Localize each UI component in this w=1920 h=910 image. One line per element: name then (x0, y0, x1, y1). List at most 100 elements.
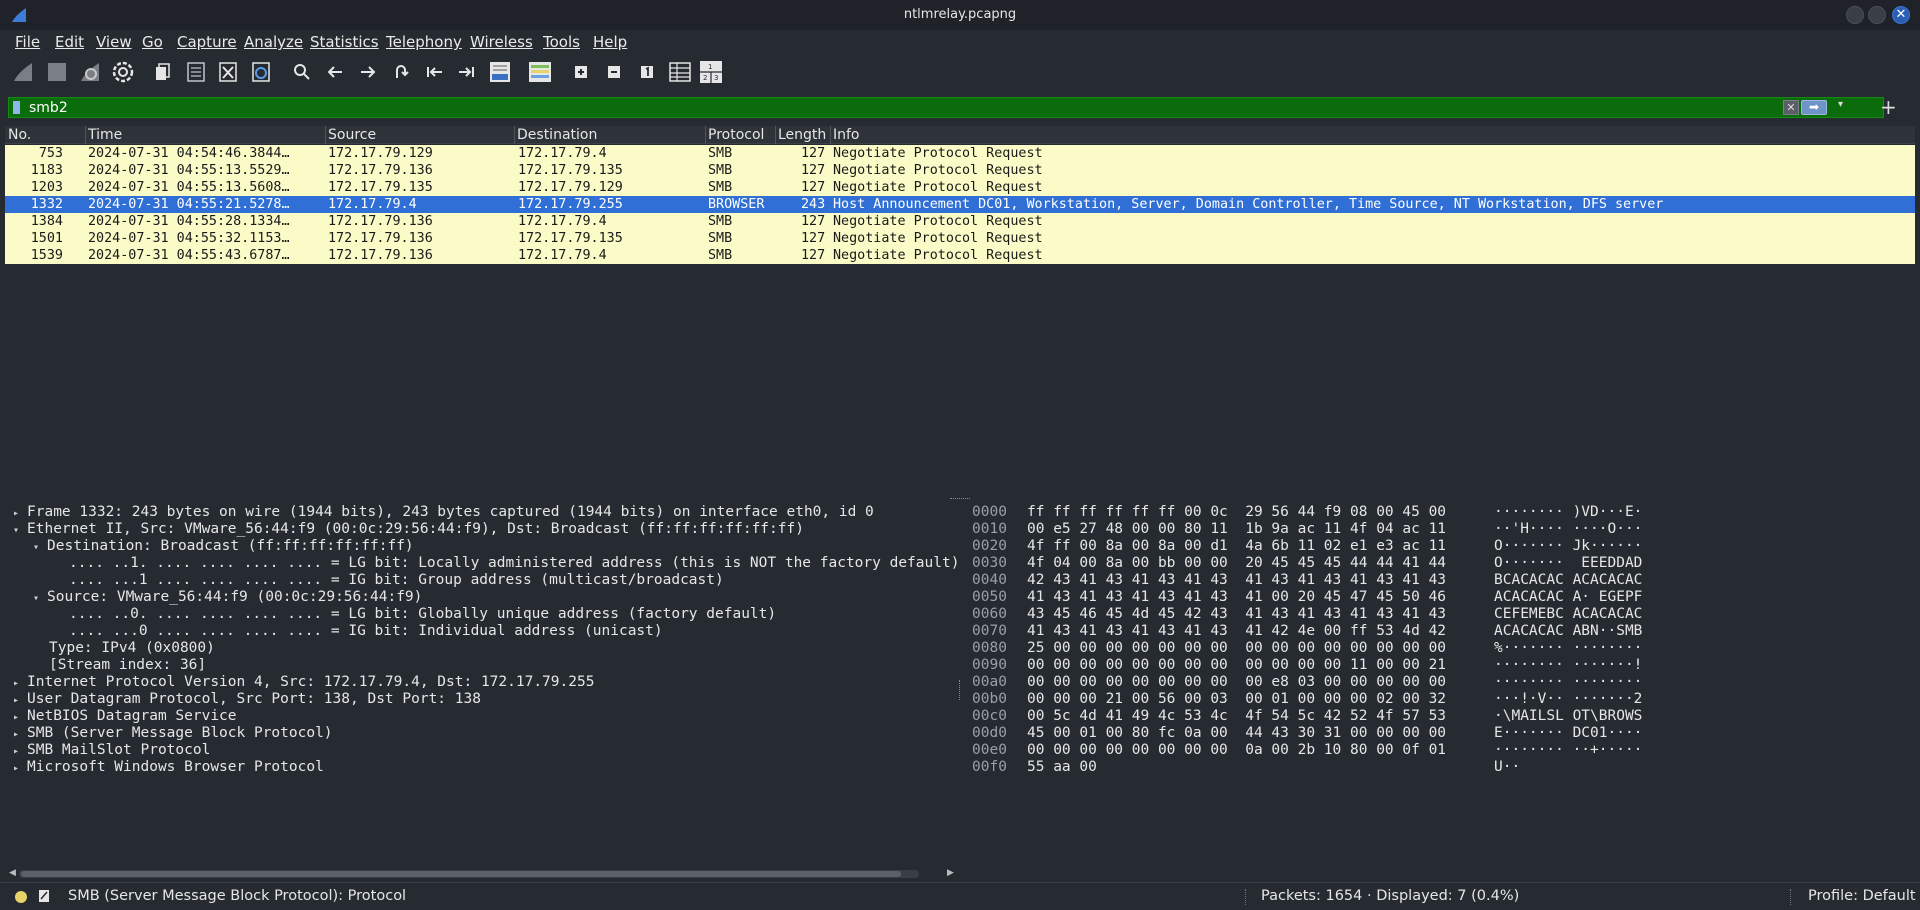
bytes-row[interactable]: 0040 42 43 41 43 41 43 41 43 41 43 41 43 … (972, 572, 1642, 589)
column-separator[interactable] (325, 126, 326, 144)
menu-statistics[interactable]: Statistics (310, 33, 379, 51)
tree-item-ig-bit[interactable]: .... ...1 .... .... .... .... = IG bit: … (69, 572, 724, 589)
menu-tools[interactable]: Tools (543, 33, 580, 51)
splitter-grip[interactable] (959, 680, 961, 700)
column-separator[interactable] (705, 126, 706, 144)
menu-telephony[interactable]: Telephony (386, 33, 462, 51)
expand-arrow-icon[interactable]: ▸ (13, 760, 27, 777)
menu-file[interactable]: File (15, 33, 40, 51)
column-header-no[interactable]: No. (8, 127, 31, 143)
first-packet-icon[interactable] (422, 60, 446, 84)
bytes-row[interactable]: 0050 41 43 41 43 41 43 41 43 41 00 20 45 … (972, 589, 1642, 606)
resize-columns-icon[interactable] (668, 60, 692, 84)
column-header-source[interactable]: Source (328, 127, 376, 143)
packet-row[interactable]: 1384 2024-07-31 04:55:28.1334… 172.17.79… (5, 213, 1915, 230)
menu-analyze[interactable]: Analyze (244, 33, 303, 51)
capture-comment-icon[interactable] (38, 889, 50, 903)
tree-item-netbios[interactable]: ▸ NetBIOS Datagram Service (13, 708, 237, 726)
bytes-row[interactable]: 0020 4f ff 00 8a 00 8a 00 d1 4a 6b 11 02 … (972, 538, 1642, 555)
tree-item-lg-bit[interactable]: .... ..1. .... .... .... .... = LG bit: … (69, 555, 957, 572)
layout-icon[interactable]: 123 (699, 60, 723, 84)
go-back-icon[interactable] (323, 60, 347, 84)
expert-info-icon[interactable] (15, 891, 27, 903)
packet-row-selected[interactable]: 1332 2024-07-31 04:55:21.5278… 172.17.79… (5, 196, 1915, 213)
bytes-row[interactable]: 00c0 00 5c 4d 41 49 4c 53 4c 4f 54 5c 42 … (972, 708, 1642, 725)
column-separator[interactable] (830, 126, 831, 144)
bytes-row[interactable]: 0090 00 00 00 00 00 00 00 00 00 00 00 00 … (972, 657, 1642, 674)
bytes-row[interactable]: 00d0 45 00 01 00 80 fc 0a 00 44 43 30 31 … (972, 725, 1642, 742)
bytes-row[interactable]: 0030 4f 04 00 8a 00 bb 00 00 20 45 45 45 … (972, 555, 1642, 572)
bookmark-icon[interactable] (13, 101, 20, 114)
expand-arrow-icon[interactable]: ▸ (13, 709, 27, 726)
packet-row[interactable]: 753 2024-07-31 04:54:46.3844… 172.17.79.… (5, 145, 1915, 162)
column-header-destination[interactable]: Destination (517, 127, 597, 143)
bytes-row[interactable]: 0070 41 43 41 43 41 43 41 43 41 42 4e 00 … (972, 623, 1642, 640)
column-header-info[interactable]: Info (833, 127, 860, 143)
scroll-right-icon[interactable]: ▶ (947, 868, 954, 878)
save-file-icon[interactable] (184, 60, 208, 84)
tree-item-destination[interactable]: ▾ Destination: Broadcast (ff:ff:ff:ff:ff:… (33, 538, 414, 556)
expand-arrow-icon[interactable]: ▸ (13, 675, 27, 692)
display-filter-input[interactable] (29, 98, 1819, 117)
scroll-left-icon[interactable]: ◀ (9, 868, 16, 878)
tree-item-type[interactable]: Type: IPv4 (0x0800) (49, 640, 215, 657)
restart-capture-icon[interactable] (78, 60, 102, 84)
menu-edit[interactable]: Edit (55, 33, 84, 51)
packet-row[interactable]: 1501 2024-07-31 04:55:32.1153… 172.17.79… (5, 230, 1915, 247)
packet-row[interactable]: 1203 2024-07-31 04:55:13.5608… 172.17.79… (5, 179, 1915, 196)
capture-options-icon[interactable] (111, 60, 135, 84)
auto-scroll-icon[interactable] (488, 60, 512, 84)
collapse-arrow-icon[interactable]: ▾ (13, 522, 27, 539)
bytes-row[interactable]: 0060 43 45 46 45 4d 45 42 43 41 43 41 43 … (972, 606, 1642, 623)
tree-item-ethernet[interactable]: ▾ Ethernet II, Src: VMware_56:44:f9 (00:0… (13, 521, 804, 539)
tree-item-ig-bit[interactable]: .... ...0 .... .... .... .... = IG bit: … (69, 623, 663, 640)
reload-file-icon[interactable] (249, 60, 273, 84)
expand-arrow-icon[interactable]: ▸ (13, 505, 27, 522)
open-file-icon[interactable] (151, 60, 175, 84)
bytes-row[interactable]: 00f0 55 aa 00 U·· (972, 759, 1520, 776)
tree-item-smb-mailslot[interactable]: ▸ SMB MailSlot Protocol (13, 742, 210, 760)
profile-indicator[interactable]: Profile: Default (1808, 888, 1916, 904)
close-window-button[interactable]: ✕ (1892, 6, 1910, 24)
collapse-arrow-icon[interactable]: ▾ (33, 590, 47, 607)
expand-arrow-icon[interactable]: ▸ (13, 743, 27, 760)
bytes-row[interactable]: 0000 ff ff ff ff ff ff 00 0c 29 56 44 f9 … (972, 504, 1642, 521)
tree-item-browser[interactable]: ▸ Microsoft Windows Browser Protocol (13, 759, 324, 777)
expand-arrow-icon[interactable]: ▸ (13, 692, 27, 709)
find-packet-icon[interactable] (290, 60, 314, 84)
zoom-in-icon[interactable] (569, 60, 593, 84)
tree-item-source[interactable]: ▾ Source: VMware_56:44:f9 (00:0c:29:56:44… (33, 589, 422, 607)
column-header-time[interactable]: Time (88, 127, 122, 143)
column-header-protocol[interactable]: Protocol (708, 127, 764, 143)
go-forward-icon[interactable] (356, 60, 380, 84)
minimize-button[interactable] (1846, 6, 1864, 24)
zoom-out-icon[interactable] (602, 60, 626, 84)
tree-item-udp[interactable]: ▸ User Datagram Protocol, Src Port: 138, … (13, 691, 481, 709)
bytes-row[interactable]: 00e0 00 00 00 00 00 00 00 00 0a 00 2b 10 … (972, 742, 1642, 759)
tree-item-ipv4[interactable]: ▸ Internet Protocol Version 4, Src: 172.1… (13, 674, 594, 692)
pane-splitter[interactable] (957, 500, 963, 870)
tree-item-lg-bit[interactable]: .... ..0. .... .... .... .... = LG bit: … (69, 606, 776, 623)
maximize-button[interactable] (1868, 6, 1886, 24)
expand-arrow-icon[interactable]: ▸ (13, 726, 27, 743)
go-to-packet-icon[interactable] (389, 60, 413, 84)
clear-filter-button[interactable]: ✕ (1783, 100, 1799, 115)
tree-item-smb[interactable]: ▸ SMB (Server Message Block Protocol) (13, 725, 333, 743)
column-header-length[interactable]: Length (778, 127, 826, 143)
details-horizontal-scrollbar[interactable]: ◀ ▶ (7, 868, 957, 880)
menu-help[interactable]: Help (593, 33, 627, 51)
stop-capture-icon[interactable] (45, 60, 69, 84)
packet-row[interactable]: 1183 2024-07-31 04:55:13.5529… 172.17.79… (5, 162, 1915, 179)
menu-view[interactable]: View (96, 33, 132, 51)
last-packet-icon[interactable] (455, 60, 479, 84)
column-separator[interactable] (775, 126, 776, 144)
menu-wireless[interactable]: Wireless (470, 33, 533, 51)
start-capture-icon[interactable] (11, 60, 35, 84)
collapse-arrow-icon[interactable]: ▾ (33, 539, 47, 556)
close-file-icon[interactable] (216, 60, 240, 84)
column-separator[interactable] (514, 126, 515, 144)
packet-row[interactable]: 1539 2024-07-31 04:55:43.6787… 172.17.79… (5, 247, 1915, 264)
add-filter-button[interactable]: + (1880, 95, 1897, 119)
normal-size-icon[interactable] (635, 60, 659, 84)
column-separator[interactable] (85, 126, 86, 144)
